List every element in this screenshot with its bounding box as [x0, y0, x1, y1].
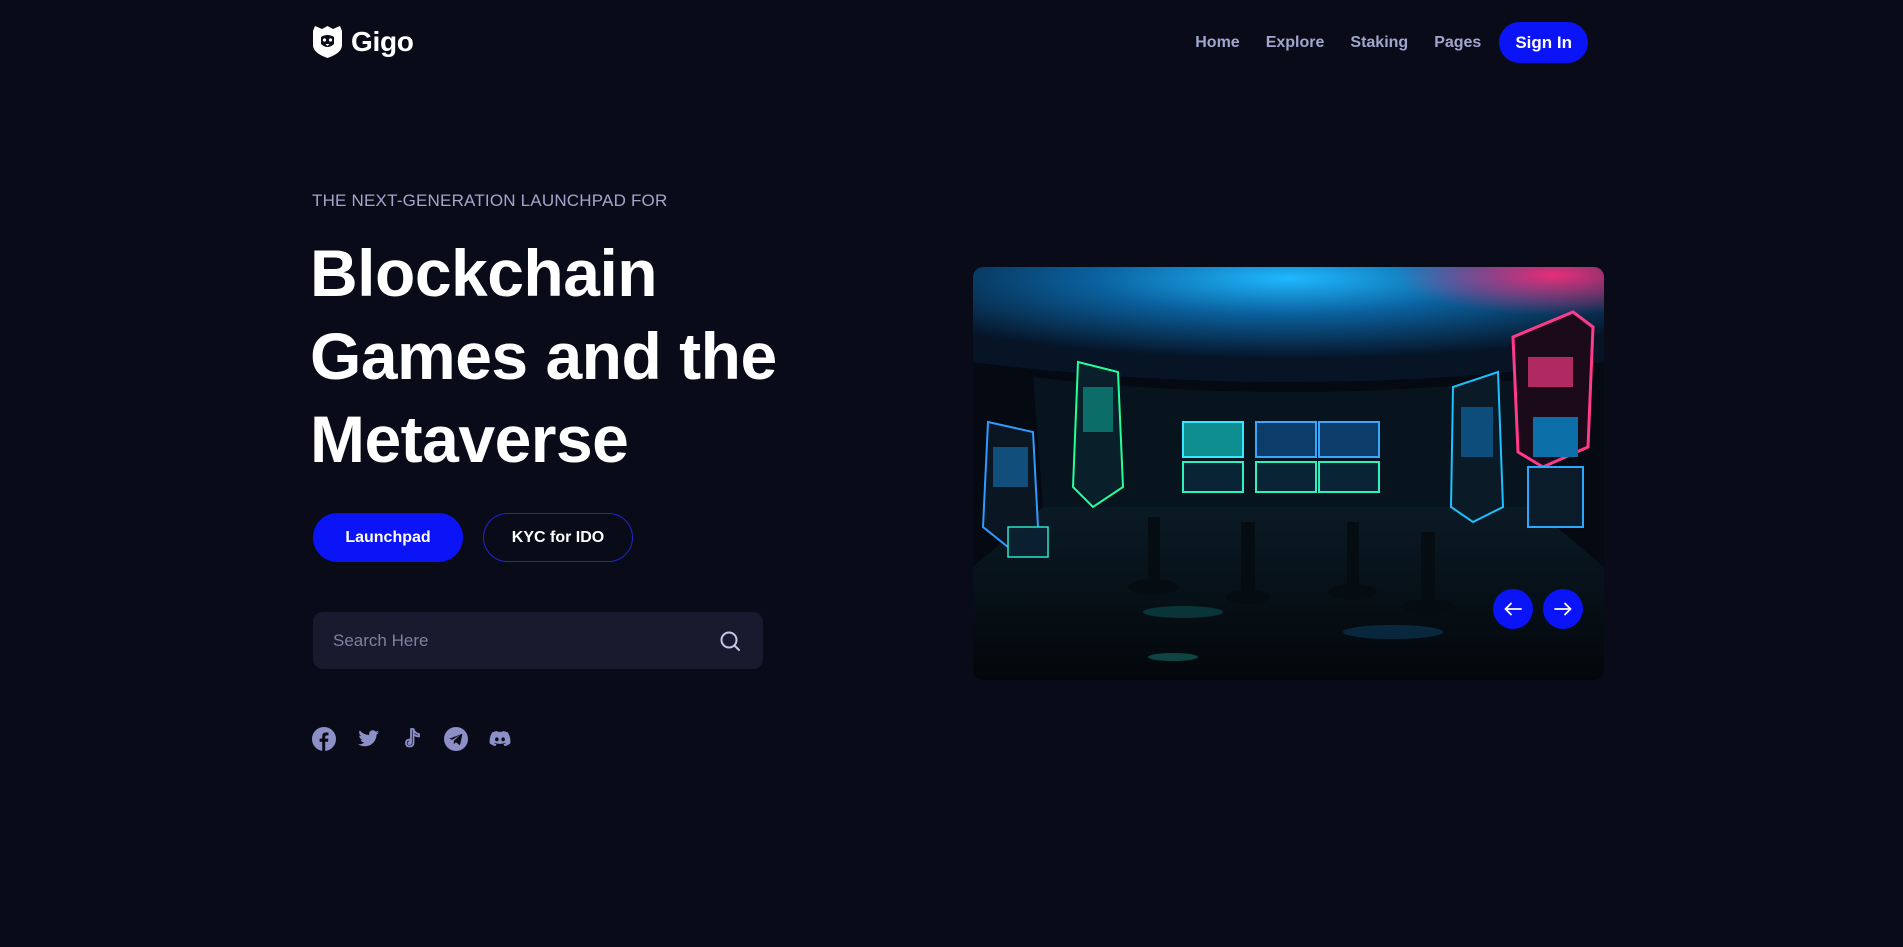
hero-title-line-2: Games and the: [310, 319, 777, 393]
search-input[interactable]: [333, 630, 717, 651]
brand-name: Gigo: [351, 26, 414, 57]
brand-logo[interactable]: Gigo: [312, 25, 414, 59]
hero-title-line-3: Metaverse: [310, 402, 629, 476]
slider-next-button[interactable]: [1543, 589, 1583, 629]
arrow-left-icon: [1504, 602, 1522, 616]
lion-shield-icon: [313, 26, 342, 58]
telegram-icon[interactable]: [444, 727, 468, 751]
launchpad-button[interactable]: Launchpad: [313, 513, 463, 562]
twitter-icon[interactable]: [356, 727, 380, 751]
facebook-icon[interactable]: [312, 727, 336, 751]
kyc-for-ido-button[interactable]: KYC for IDO: [483, 513, 633, 562]
hero-slider[interactable]: [973, 267, 1604, 680]
hero-title-line-1: Blockchain: [310, 236, 658, 310]
search-icon[interactable]: [717, 628, 743, 654]
social-links: [312, 727, 512, 751]
hero-actions: Launchpad KYC for IDO: [313, 513, 633, 562]
sign-in-button[interactable]: Sign In: [1499, 22, 1588, 63]
landing-page: Gigo Home Explore Staking Pages Sign In …: [0, 0, 1903, 947]
discord-icon[interactable]: [488, 727, 512, 751]
hero-title: Blockchain Games and the Metaverse: [310, 232, 830, 481]
arrow-right-icon: [1554, 602, 1572, 616]
nav-pages[interactable]: Pages: [1434, 23, 1481, 63]
nav-home[interactable]: Home: [1195, 23, 1239, 63]
search-bar: [313, 612, 763, 669]
tiktok-icon[interactable]: [400, 727, 424, 751]
slider-prev-button[interactable]: [1493, 589, 1533, 629]
hero-eyebrow: THE NEXT-GENERATION LAUNCHPAD FOR: [312, 191, 668, 210]
main-nav: Home Explore Staking Pages Sign In: [1195, 22, 1588, 63]
nav-staking[interactable]: Staking: [1350, 23, 1408, 63]
nav-explore[interactable]: Explore: [1266, 23, 1325, 63]
